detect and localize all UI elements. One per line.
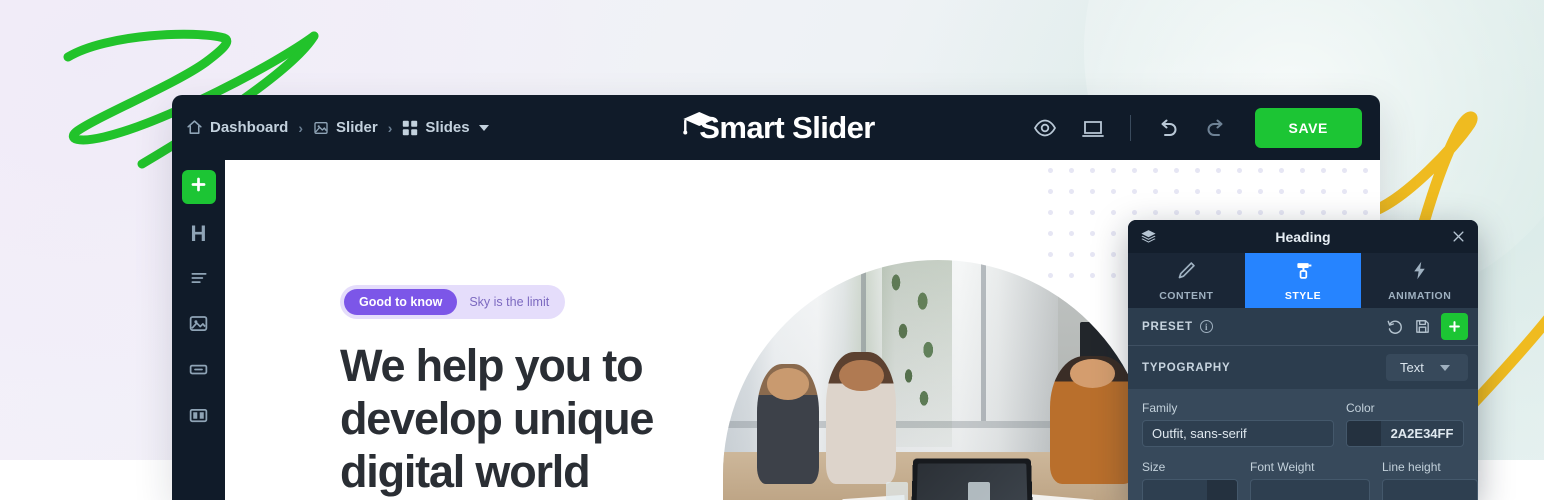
font-family-field-group: Family Outfit, sans-serif: [1142, 401, 1334, 447]
breadcrumb-item-slider[interactable]: Slider: [313, 119, 378, 136]
color-field-group: Color 2A2E34FF: [1346, 401, 1464, 447]
heading-icon: H: [190, 221, 207, 246]
slide-badge-note: Sky is the limit: [469, 295, 550, 309]
panel-tabs: CONTENT STYLE ANIMATION: [1128, 253, 1478, 308]
text-lines-icon: [189, 268, 209, 293]
photo-image: [723, 260, 1153, 500]
breadcrumb: Dashboard › Slider › Slides: [186, 119, 489, 136]
tab-content[interactable]: CONTENT: [1128, 253, 1245, 308]
eye-icon[interactable]: [1030, 113, 1060, 143]
breadcrumb-item-dashboard[interactable]: Dashboard: [186, 119, 288, 136]
redo-icon[interactable]: [1201, 113, 1231, 143]
chevron-down-icon[interactable]: [478, 124, 489, 131]
tab-animation-label: ANIMATION: [1388, 289, 1452, 302]
topbar-actions: SAVE: [1030, 107, 1362, 148]
sidebar-item-add-layer[interactable]: [181, 170, 216, 204]
preset-label: PRESET: [1142, 320, 1193, 333]
font-weight-input[interactable]: [1250, 479, 1370, 500]
sidebar-item-text-layer[interactable]: [183, 264, 215, 296]
sidebar-item-button-layer[interactable]: [183, 356, 215, 388]
tab-animation[interactable]: ANIMATION: [1361, 253, 1478, 308]
photo-person-three: [1049, 355, 1136, 484]
floppy-disk-icon[interactable]: [1414, 318, 1431, 335]
toolbar-divider: [1129, 114, 1131, 141]
typography-row: TYPOGRAPHY Text: [1128, 346, 1478, 389]
plus-icon: [189, 175, 208, 199]
preset-row: PRESET i: [1128, 308, 1478, 346]
lightning-icon: [1409, 260, 1430, 286]
undo-icon[interactable]: [1153, 113, 1183, 143]
button-icon: [188, 359, 209, 385]
paint-roller-icon: [1293, 260, 1314, 286]
breadcrumb-item-slides[interactable]: Slides: [402, 119, 489, 136]
editor-topbar: Dashboard › Slider › Slides Smart Slider…: [172, 95, 1380, 160]
font-family-color-row: Family Outfit, sans-serif Color 2A2E34FF: [1142, 401, 1464, 447]
slide-text-block: Good to know Sky is the limit We help yo…: [340, 285, 760, 498]
brand-logo: Smart Slider: [677, 107, 875, 149]
sidebar-item-image-layer[interactable]: [183, 310, 215, 342]
photo-glass-two: [968, 481, 991, 500]
color-swatch[interactable]: [1347, 421, 1381, 446]
breadcrumb-label-dashboard: Dashboard: [210, 119, 289, 136]
photo-window-mullion-two: [981, 260, 986, 422]
pencil-icon: [1176, 260, 1197, 286]
typography-select-value: Text: [1400, 360, 1424, 375]
desktop-icon[interactable]: [1078, 113, 1108, 143]
slide-badge[interactable]: Good to know Sky is the limit: [340, 285, 566, 319]
breadcrumb-separator-two: ›: [387, 119, 393, 136]
image-icon: [313, 120, 329, 136]
grid-icon: [402, 120, 418, 136]
breadcrumb-label-slides: Slides: [425, 119, 470, 136]
typography-fields: Family Outfit, sans-serif Color 2A2E34FF…: [1128, 389, 1478, 500]
line-height-field-group: Line height: [1382, 460, 1478, 500]
layer-sidebar: H: [172, 160, 225, 500]
add-preset-button[interactable]: [1441, 313, 1468, 340]
font-weight-label: Font Weight: [1250, 460, 1315, 474]
image-icon: [188, 313, 209, 339]
color-label: Color: [1346, 401, 1375, 415]
photo-person-two: [826, 351, 897, 484]
sidebar-item-heading-layer[interactable]: H: [183, 218, 215, 250]
slide-badge-pill: Good to know: [344, 289, 458, 315]
size-value[interactable]: [1143, 480, 1207, 500]
info-icon[interactable]: i: [1199, 320, 1213, 333]
tab-style[interactable]: STYLE: [1244, 253, 1362, 308]
slide-heading[interactable]: We help you to develop unique digital wo…: [340, 339, 760, 498]
size-unit[interactable]: [1207, 480, 1237, 500]
breadcrumb-separator: ›: [298, 119, 304, 136]
size-weight-lineheight-row: Size Font Weight Line height: [1142, 460, 1478, 500]
line-height-input[interactable]: [1382, 479, 1478, 500]
font-family-input[interactable]: Outfit, sans-serif: [1142, 420, 1334, 447]
sidebar-item-column-layer[interactable]: [183, 402, 215, 434]
preset-actions: [1386, 313, 1468, 340]
layer-settings-panel: Heading CONTENT STYLE ANIMATION PRESET i…: [1128, 220, 1478, 500]
brand-name: Smart Slider: [699, 110, 875, 145]
typography-select[interactable]: Text: [1386, 354, 1468, 381]
tab-style-label: STYLE: [1284, 289, 1322, 302]
photo-person-one: [757, 363, 820, 484]
size-label: Size: [1142, 460, 1166, 474]
typography-label: TYPOGRAPHY: [1142, 361, 1231, 374]
reset-icon[interactable]: [1386, 318, 1404, 336]
photo-glass-one: [886, 481, 909, 500]
save-button[interactable]: SAVE: [1254, 107, 1362, 148]
color-hex-input[interactable]: 2A2E34FF: [1381, 421, 1463, 446]
size-stepper[interactable]: [1142, 479, 1238, 500]
color-picker[interactable]: 2A2E34FF: [1346, 420, 1464, 447]
home-icon: [186, 119, 203, 136]
breadcrumb-label-slider: Slider: [336, 119, 378, 136]
tab-content-label: CONTENT: [1159, 289, 1214, 302]
font-family-label: Family: [1142, 401, 1178, 415]
slide-photo[interactable]: [723, 260, 1153, 500]
line-height-label: Line height: [1382, 460, 1441, 474]
size-field-group: Size: [1142, 460, 1238, 500]
panel-title: Heading: [1275, 228, 1331, 245]
columns-icon: [188, 405, 209, 431]
panel-header: Heading: [1128, 220, 1478, 253]
font-weight-field-group: Font Weight: [1250, 460, 1370, 500]
layers-icon[interactable]: [1140, 228, 1160, 245]
chevron-down-icon: [1439, 364, 1450, 371]
page-background: Dashboard › Slider › Slides Smart Slider…: [0, 0, 1544, 500]
close-icon[interactable]: [1446, 229, 1466, 244]
